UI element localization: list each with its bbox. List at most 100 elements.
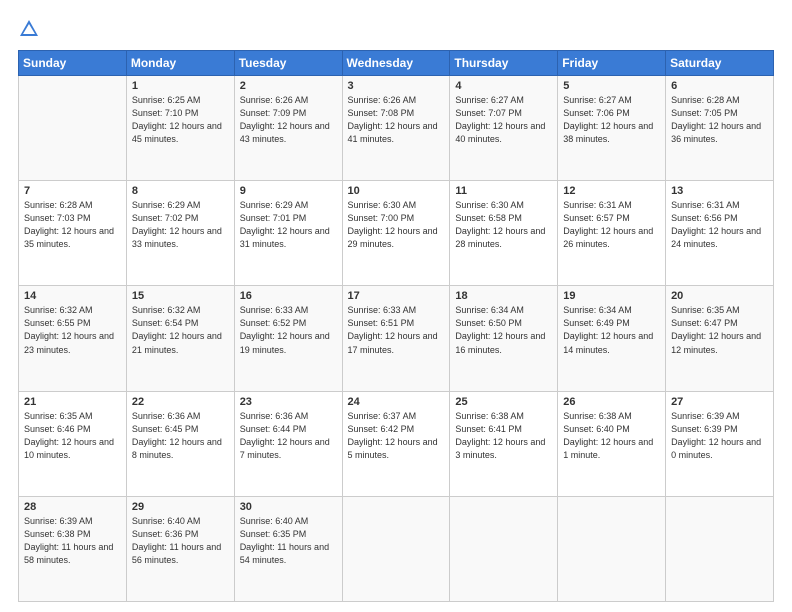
day-info: Sunrise: 6:27 AMSunset: 7:07 PMDaylight:… <box>455 94 552 146</box>
day-info: Sunrise: 6:25 AMSunset: 7:10 PMDaylight:… <box>132 94 229 146</box>
header-friday: Friday <box>558 51 666 76</box>
header-wednesday: Wednesday <box>342 51 450 76</box>
calendar-cell: 13Sunrise: 6:31 AMSunset: 6:56 PMDayligh… <box>666 181 774 286</box>
calendar-week-4: 28 Sunrise: 6:39 AMSunset: 6:38 PMDayligh… <box>19 496 774 601</box>
logo-icon <box>18 18 40 40</box>
day-number: 10 <box>348 185 445 197</box>
calendar-cell: 26Sunrise: 6:38 AMSunset: 6:40 PMDayligh… <box>558 391 666 496</box>
day-info: Sunrise: 6:28 AMSunset: 7:03 PMDaylight:… <box>24 199 121 251</box>
day-info: Sunrise: 6:29 AMSunset: 7:01 PMDaylight:… <box>240 199 337 251</box>
day-info: Sunrise: 6:29 AMSunset: 7:02 PMDaylight:… <box>132 199 229 251</box>
day-info: Sunrise: 6:31 AMSunset: 6:57 PMDaylight:… <box>563 199 660 251</box>
calendar-week-3: 21Sunrise: 6:35 AMSunset: 6:46 PMDayligh… <box>19 391 774 496</box>
day-number: 1 <box>132 80 229 92</box>
calendar-cell <box>342 496 450 601</box>
calendar-cell: 24 Sunrise: 6:37 AMSunset: 6:42 PMDayligh… <box>342 391 450 496</box>
day-info: Sunrise: 6:39 AMSunset: 6:38 PMDaylight:… <box>24 515 121 567</box>
day-number: 30 <box>240 501 337 513</box>
calendar-cell: 15 Sunrise: 6:32 AMSunset: 6:54 PMDayligh… <box>126 286 234 391</box>
day-number: 8 <box>132 185 229 197</box>
calendar-cell <box>19 76 127 181</box>
day-number: 24 <box>348 396 445 408</box>
calendar-cell: 9 Sunrise: 6:29 AMSunset: 7:01 PMDaylight… <box>234 181 342 286</box>
header <box>18 18 774 40</box>
calendar-cell: 12Sunrise: 6:31 AMSunset: 6:57 PMDayligh… <box>558 181 666 286</box>
day-info: Sunrise: 6:30 AMSunset: 6:58 PMDaylight:… <box>455 199 552 251</box>
day-number: 28 <box>24 501 121 513</box>
calendar-cell: 7 Sunrise: 6:28 AMSunset: 7:03 PMDaylight… <box>19 181 127 286</box>
day-number: 11 <box>455 185 552 197</box>
logo <box>18 18 44 40</box>
day-number: 29 <box>132 501 229 513</box>
day-info: Sunrise: 6:36 AMSunset: 6:44 PMDaylight:… <box>240 410 337 462</box>
day-number: 3 <box>348 80 445 92</box>
day-number: 9 <box>240 185 337 197</box>
calendar-cell: 4 Sunrise: 6:27 AMSunset: 7:07 PMDaylight… <box>450 76 558 181</box>
header-tuesday: Tuesday <box>234 51 342 76</box>
calendar-cell: 19 Sunrise: 6:34 AMSunset: 6:49 PMDayligh… <box>558 286 666 391</box>
day-number: 25 <box>455 396 552 408</box>
calendar-week-1: 7 Sunrise: 6:28 AMSunset: 7:03 PMDaylight… <box>19 181 774 286</box>
calendar-cell: 25 Sunrise: 6:38 AMSunset: 6:41 PMDayligh… <box>450 391 558 496</box>
day-info: Sunrise: 6:39 AMSunset: 6:39 PMDaylight:… <box>671 410 768 462</box>
day-number: 6 <box>671 80 768 92</box>
day-info: Sunrise: 6:30 AMSunset: 7:00 PMDaylight:… <box>348 199 445 251</box>
day-number: 4 <box>455 80 552 92</box>
day-number: 27 <box>671 396 768 408</box>
day-info: Sunrise: 6:33 AMSunset: 6:52 PMDaylight:… <box>240 304 337 356</box>
calendar-cell: 27 Sunrise: 6:39 AMSunset: 6:39 PMDayligh… <box>666 391 774 496</box>
day-info: Sunrise: 6:33 AMSunset: 6:51 PMDaylight:… <box>348 304 445 356</box>
day-info: Sunrise: 6:26 AMSunset: 7:09 PMDaylight:… <box>240 94 337 146</box>
header-sunday: Sunday <box>19 51 127 76</box>
page: Sunday Monday Tuesday Wednesday Thursday… <box>0 0 792 612</box>
calendar-cell: 3 Sunrise: 6:26 AMSunset: 7:08 PMDaylight… <box>342 76 450 181</box>
calendar-cell: 29Sunrise: 6:40 AMSunset: 6:36 PMDayligh… <box>126 496 234 601</box>
day-number: 20 <box>671 290 768 302</box>
calendar-cell: 1 Sunrise: 6:25 AMSunset: 7:10 PMDaylight… <box>126 76 234 181</box>
day-info: Sunrise: 6:27 AMSunset: 7:06 PMDaylight:… <box>563 94 660 146</box>
calendar-cell: 14 Sunrise: 6:32 AMSunset: 6:55 PMDayligh… <box>19 286 127 391</box>
header-thursday: Thursday <box>450 51 558 76</box>
calendar-week-2: 14 Sunrise: 6:32 AMSunset: 6:55 PMDayligh… <box>19 286 774 391</box>
day-info: Sunrise: 6:35 AMSunset: 6:47 PMDaylight:… <box>671 304 768 356</box>
day-info: Sunrise: 6:38 AMSunset: 6:41 PMDaylight:… <box>455 410 552 462</box>
day-number: 16 <box>240 290 337 302</box>
day-info: Sunrise: 6:34 AMSunset: 6:50 PMDaylight:… <box>455 304 552 356</box>
day-number: 7 <box>24 185 121 197</box>
header-monday: Monday <box>126 51 234 76</box>
day-info: Sunrise: 6:37 AMSunset: 6:42 PMDaylight:… <box>348 410 445 462</box>
day-info: Sunrise: 6:38 AMSunset: 6:40 PMDaylight:… <box>563 410 660 462</box>
day-info: Sunrise: 6:34 AMSunset: 6:49 PMDaylight:… <box>563 304 660 356</box>
calendar-table: Sunday Monday Tuesday Wednesday Thursday… <box>18 50 774 602</box>
calendar-cell: 6 Sunrise: 6:28 AMSunset: 7:05 PMDaylight… <box>666 76 774 181</box>
day-number: 15 <box>132 290 229 302</box>
calendar-cell: 28 Sunrise: 6:39 AMSunset: 6:38 PMDayligh… <box>19 496 127 601</box>
day-number: 23 <box>240 396 337 408</box>
calendar-cell: 2 Sunrise: 6:26 AMSunset: 7:09 PMDaylight… <box>234 76 342 181</box>
calendar-cell: 20 Sunrise: 6:35 AMSunset: 6:47 PMDayligh… <box>666 286 774 391</box>
day-number: 14 <box>24 290 121 302</box>
day-number: 22 <box>132 396 229 408</box>
header-saturday: Saturday <box>666 51 774 76</box>
day-number: 2 <box>240 80 337 92</box>
day-info: Sunrise: 6:28 AMSunset: 7:05 PMDaylight:… <box>671 94 768 146</box>
calendar-cell: 8 Sunrise: 6:29 AMSunset: 7:02 PMDaylight… <box>126 181 234 286</box>
day-info: Sunrise: 6:36 AMSunset: 6:45 PMDaylight:… <box>132 410 229 462</box>
calendar-cell <box>450 496 558 601</box>
day-number: 5 <box>563 80 660 92</box>
day-number: 19 <box>563 290 660 302</box>
day-info: Sunrise: 6:32 AMSunset: 6:55 PMDaylight:… <box>24 304 121 356</box>
calendar-cell: 23 Sunrise: 6:36 AMSunset: 6:44 PMDayligh… <box>234 391 342 496</box>
calendar-cell: 18Sunrise: 6:34 AMSunset: 6:50 PMDayligh… <box>450 286 558 391</box>
calendar-cell: 16 Sunrise: 6:33 AMSunset: 6:52 PMDayligh… <box>234 286 342 391</box>
calendar-cell: 30 Sunrise: 6:40 AMSunset: 6:35 PMDayligh… <box>234 496 342 601</box>
calendar-cell: 10 Sunrise: 6:30 AMSunset: 7:00 PMDayligh… <box>342 181 450 286</box>
day-info: Sunrise: 6:32 AMSunset: 6:54 PMDaylight:… <box>132 304 229 356</box>
day-info: Sunrise: 6:40 AMSunset: 6:35 PMDaylight:… <box>240 515 337 567</box>
calendar-cell: 5 Sunrise: 6:27 AMSunset: 7:06 PMDaylight… <box>558 76 666 181</box>
day-info: Sunrise: 6:31 AMSunset: 6:56 PMDaylight:… <box>671 199 768 251</box>
calendar-cell: 11 Sunrise: 6:30 AMSunset: 6:58 PMDayligh… <box>450 181 558 286</box>
calendar-cell <box>666 496 774 601</box>
day-info: Sunrise: 6:26 AMSunset: 7:08 PMDaylight:… <box>348 94 445 146</box>
calendar-cell: 17Sunrise: 6:33 AMSunset: 6:51 PMDayligh… <box>342 286 450 391</box>
